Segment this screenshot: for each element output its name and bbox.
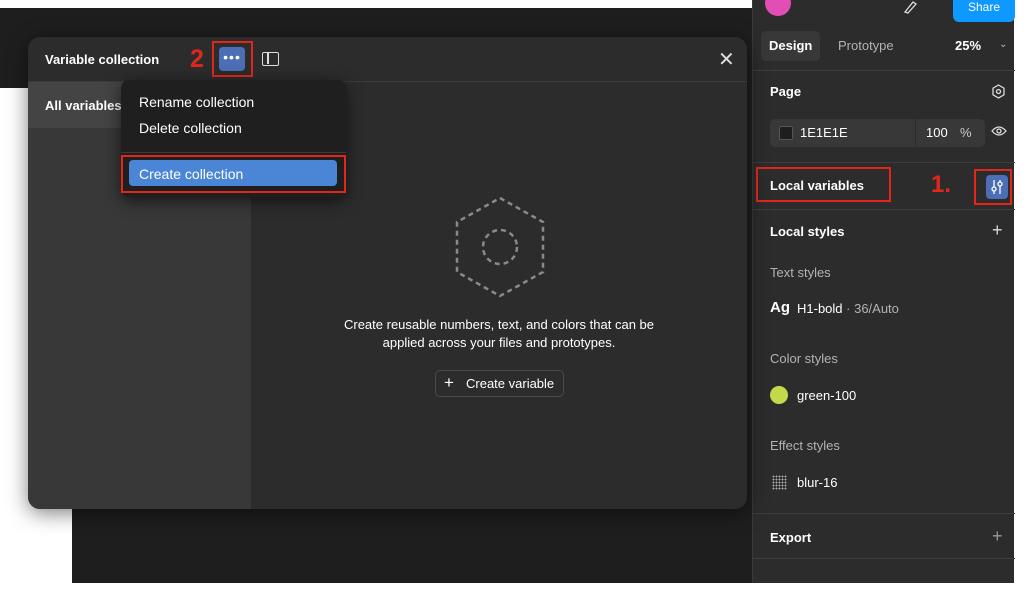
color-styles-title: Color styles [770, 351, 838, 366]
empty-state-text: Create reusable numbers, text, and color… [251, 316, 747, 352]
eye-icon[interactable] [991, 125, 1007, 137]
sidebar-item-label: All variables [45, 98, 122, 113]
color-swatch[interactable] [779, 126, 793, 140]
zoom-level[interactable]: 25% [955, 38, 981, 53]
effect-styles-title: Effect styles [770, 438, 840, 453]
menu-divider [121, 152, 346, 153]
empty-state-line: Create reusable numbers, text, and color… [343, 317, 654, 332]
plus-icon: + [444, 373, 454, 392]
divider [753, 558, 1015, 559]
menu-item-delete-collection[interactable]: Delete collection [139, 120, 242, 136]
step-marker-2: 2 [190, 45, 204, 73]
variables-hexagon-icon [455, 196, 545, 298]
create-collection-highlight [121, 155, 346, 193]
collection-menu: Rename collection Delete collection Crea… [121, 80, 346, 197]
share-button[interactable]: Share [953, 0, 1015, 22]
export-title: Export [770, 530, 812, 545]
text-style-meta: · 36/Auto [842, 301, 899, 316]
empty-state-line: applied across your files and prototypes… [382, 335, 616, 350]
open-variables-button[interactable] [986, 175, 1008, 199]
modal-header: Variable collection 2 ••• ✕ [28, 37, 747, 82]
page-fill-hex[interactable]: 1E1E1E [800, 125, 848, 140]
color-style-name[interactable]: green-100 [797, 388, 856, 403]
text-style-preview: Ag [770, 299, 790, 316]
page-settings-icon[interactable] [991, 84, 1006, 99]
close-icon[interactable]: ✕ [718, 47, 735, 72]
text-styles-title: Text styles [770, 265, 831, 280]
more-options-button[interactable]: ••• [219, 47, 245, 71]
panel-toolbar: Share [753, 0, 1015, 24]
text-style-name: H1-bold [797, 301, 843, 316]
design-panel: Share Design Prototype 25% ⌄ Page 1E1E1E… [752, 0, 1015, 583]
blur-icon [772, 475, 787, 490]
divider [915, 119, 916, 147]
chevron-down-icon[interactable]: ⌄ [999, 39, 1007, 50]
page-section-title: Page [770, 84, 802, 99]
create-variable-button[interactable]: + Create variable [435, 370, 564, 397]
divider [753, 162, 1015, 163]
sidebar-toggle-icon[interactable] [262, 52, 279, 66]
menu-item-rename-collection[interactable]: Rename collection [139, 94, 254, 110]
panel-tabs: Design Prototype 25% ⌄ [753, 31, 1015, 61]
pen-icon[interactable] [903, 0, 919, 14]
page-opacity[interactable]: 100 [926, 125, 948, 140]
local-variables-title: Local variables [770, 178, 864, 193]
text-style-item[interactable]: H1-bold · 36/Auto [797, 301, 899, 316]
local-styles-title: Local styles [770, 224, 845, 239]
step-marker-1: 1. [931, 171, 952, 198]
add-export-icon[interactable]: + [992, 526, 1003, 547]
avatar[interactable] [765, 0, 791, 16]
divider [753, 70, 1015, 71]
color-style-swatch[interactable] [770, 386, 788, 404]
collection-title[interactable]: Variable collection [45, 52, 159, 67]
sliders-icon [991, 180, 1003, 194]
page-fill-field[interactable]: 1E1E1E 100 % [770, 119, 985, 147]
tab-prototype[interactable]: Prototype [830, 31, 902, 61]
effect-style-name[interactable]: blur-16 [797, 475, 837, 490]
tab-design[interactable]: Design [761, 31, 821, 61]
add-style-icon[interactable]: + [992, 220, 1003, 241]
divider [753, 513, 1015, 514]
create-variable-label: Create variable [466, 376, 555, 391]
opacity-unit: % [960, 125, 972, 140]
divider [753, 209, 1015, 210]
